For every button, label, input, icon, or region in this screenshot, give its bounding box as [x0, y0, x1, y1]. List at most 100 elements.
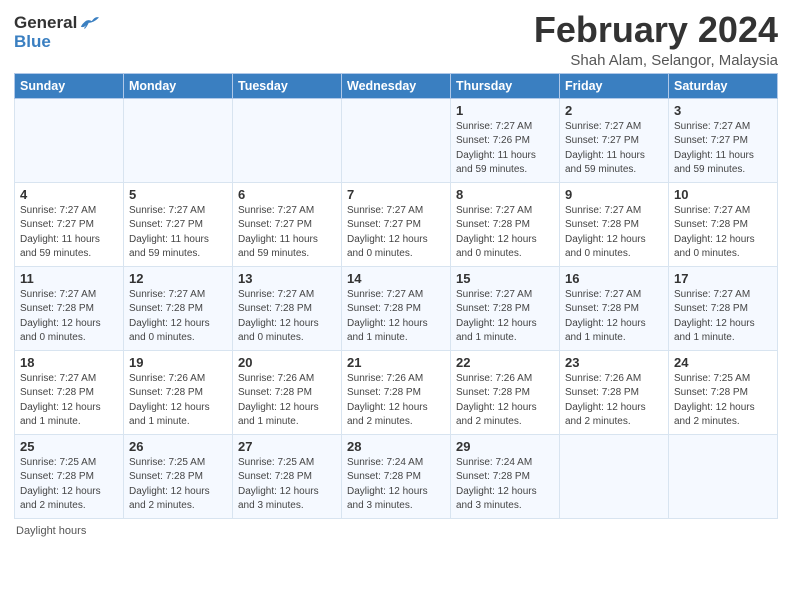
footer: Daylight hours	[14, 525, 778, 537]
calendar-cell: 25 Sunrise: 7:25 AM Sunset: 7:28 PM Dayli…	[15, 434, 124, 518]
day-info: Sunrise: 7:25 AM Sunset: 7:28 PM Dayligh…	[238, 456, 336, 514]
calendar-cell: 23Sunrise: 7:26 AM Sunset: 7:28 PM Dayli…	[560, 350, 669, 434]
day-info: Sunrise: 7:25 AM Sunset: 7:28 PM Dayligh…	[129, 456, 227, 514]
calendar-cell: 8 Sunrise: 7:27 AM Sunset: 7:28 PM Daylig…	[451, 182, 560, 266]
calendar-week-row: 25 Sunrise: 7:25 AM Sunset: 7:28 PM Dayli…	[15, 434, 778, 518]
logo: General Blue	[14, 14, 99, 51]
calendar-cell: 27 Sunrise: 7:25 AM Sunset: 7:28 PM Dayli…	[233, 434, 342, 518]
day-number: 24	[674, 355, 772, 370]
calendar-cell	[669, 434, 778, 518]
title-location: Shah Alam, Selangor, Malaysia	[534, 52, 778, 69]
calendar-cell: 22Sunrise: 7:26 AM Sunset: 7:28 PM Dayli…	[451, 350, 560, 434]
calendar-table: SundayMondayTuesdayWednesdayThursdayFrid…	[14, 73, 778, 519]
day-of-week-header: Sunday	[15, 73, 124, 98]
calendar-cell	[233, 98, 342, 182]
day-number: 18	[20, 355, 118, 370]
calendar-cell: 4 Sunrise: 7:27 AM Sunset: 7:27 PM Daylig…	[15, 182, 124, 266]
calendar-cell: 24 Sunrise: 7:25 AM Sunset: 7:28 PM Dayli…	[669, 350, 778, 434]
day-number: 9	[565, 187, 663, 202]
day-number: 4	[20, 187, 118, 202]
day-number: 11	[20, 271, 118, 286]
calendar-week-row: 4 Sunrise: 7:27 AM Sunset: 7:27 PM Daylig…	[15, 182, 778, 266]
day-info: Sunrise: 7:27 AM Sunset: 7:28 PM Dayligh…	[20, 372, 118, 430]
day-info: Sunrise: 7:24 AM Sunset: 7:28 PM Dayligh…	[456, 456, 554, 514]
calendar-cell: 18 Sunrise: 7:27 AM Sunset: 7:28 PM Dayli…	[15, 350, 124, 434]
day-of-week-header: Tuesday	[233, 73, 342, 98]
day-info: Sunrise: 7:27 AM Sunset: 7:27 PM Dayligh…	[674, 120, 772, 178]
day-number: 26	[129, 439, 227, 454]
day-number: 15	[456, 271, 554, 286]
day-number: 6	[238, 187, 336, 202]
day-info: Sunrise: 7:26 AM Sunset: 7:28 PM Dayligh…	[456, 372, 554, 430]
day-of-week-header: Saturday	[669, 73, 778, 98]
day-number: 27	[238, 439, 336, 454]
calendar-cell: 28 Sunrise: 7:24 AM Sunset: 7:28 PM Dayli…	[342, 434, 451, 518]
day-number: 2	[565, 103, 663, 118]
day-number: 23	[565, 355, 663, 370]
day-info: Sunrise: 7:27 AM Sunset: 7:27 PM Dayligh…	[20, 204, 118, 262]
title-block: February 2024 Shah Alam, Selangor, Malay…	[534, 10, 778, 69]
calendar-cell: 3 Sunrise: 7:27 AM Sunset: 7:27 PM Daylig…	[669, 98, 778, 182]
day-info: Sunrise: 7:27 AM Sunset: 7:27 PM Dayligh…	[347, 204, 445, 262]
day-number: 21	[347, 355, 445, 370]
day-number: 3	[674, 103, 772, 118]
day-of-week-header: Thursday	[451, 73, 560, 98]
day-number: 25	[20, 439, 118, 454]
calendar-week-row: 1Sunrise: 7:27 AM Sunset: 7:26 PM Daylig…	[15, 98, 778, 182]
calendar-cell: 12 Sunrise: 7:27 AM Sunset: 7:28 PM Dayli…	[124, 266, 233, 350]
logo-bird-icon	[79, 15, 99, 31]
calendar-cell: 19Sunrise: 7:26 AM Sunset: 7:28 PM Dayli…	[124, 350, 233, 434]
calendar-cell: 15 Sunrise: 7:27 AM Sunset: 7:28 PM Dayli…	[451, 266, 560, 350]
day-info: Sunrise: 7:27 AM Sunset: 7:28 PM Dayligh…	[347, 288, 445, 346]
calendar-cell: 29 Sunrise: 7:24 AM Sunset: 7:28 PM Dayli…	[451, 434, 560, 518]
day-number: 17	[674, 271, 772, 286]
day-info: Sunrise: 7:27 AM Sunset: 7:28 PM Dayligh…	[456, 288, 554, 346]
day-number: 10	[674, 187, 772, 202]
daylight-hours-label: Daylight hours	[16, 525, 86, 537]
calendar-cell: 9Sunrise: 7:27 AM Sunset: 7:28 PM Daylig…	[560, 182, 669, 266]
calendar-cell: 11 Sunrise: 7:27 AM Sunset: 7:28 PM Dayli…	[15, 266, 124, 350]
day-info: Sunrise: 7:27 AM Sunset: 7:28 PM Dayligh…	[456, 204, 554, 262]
day-number: 8	[456, 187, 554, 202]
logo-blue: Blue	[14, 33, 51, 52]
day-number: 14	[347, 271, 445, 286]
calendar-header-row: SundayMondayTuesdayWednesdayThursdayFrid…	[15, 73, 778, 98]
day-number: 29	[456, 439, 554, 454]
day-number: 28	[347, 439, 445, 454]
day-number: 13	[238, 271, 336, 286]
day-number: 20	[238, 355, 336, 370]
day-info: Sunrise: 7:27 AM Sunset: 7:27 PM Dayligh…	[565, 120, 663, 178]
calendar-cell: 17 Sunrise: 7:27 AM Sunset: 7:28 PM Dayli…	[669, 266, 778, 350]
day-number: 16	[565, 271, 663, 286]
calendar-cell: 10 Sunrise: 7:27 AM Sunset: 7:28 PM Dayli…	[669, 182, 778, 266]
day-info: Sunrise: 7:27 AM Sunset: 7:28 PM Dayligh…	[674, 288, 772, 346]
day-of-week-header: Monday	[124, 73, 233, 98]
day-info: Sunrise: 7:24 AM Sunset: 7:28 PM Dayligh…	[347, 456, 445, 514]
day-info: Sunrise: 7:25 AM Sunset: 7:28 PM Dayligh…	[20, 456, 118, 514]
day-info: Sunrise: 7:27 AM Sunset: 7:28 PM Dayligh…	[674, 204, 772, 262]
calendar-cell: 14 Sunrise: 7:27 AM Sunset: 7:28 PM Dayli…	[342, 266, 451, 350]
header: General Blue February 2024 Shah Alam, Se…	[14, 10, 778, 69]
day-number: 7	[347, 187, 445, 202]
calendar-cell	[560, 434, 669, 518]
calendar-cell	[15, 98, 124, 182]
calendar-cell: 2 Sunrise: 7:27 AM Sunset: 7:27 PM Daylig…	[560, 98, 669, 182]
day-info: Sunrise: 7:27 AM Sunset: 7:28 PM Dayligh…	[20, 288, 118, 346]
day-info: Sunrise: 7:26 AM Sunset: 7:28 PM Dayligh…	[129, 372, 227, 430]
day-info: Sunrise: 7:27 AM Sunset: 7:27 PM Dayligh…	[129, 204, 227, 262]
calendar-cell: 20 Sunrise: 7:26 AM Sunset: 7:28 PM Dayli…	[233, 350, 342, 434]
day-info: Sunrise: 7:25 AM Sunset: 7:28 PM Dayligh…	[674, 372, 772, 430]
day-info: Sunrise: 7:27 AM Sunset: 7:28 PM Dayligh…	[129, 288, 227, 346]
calendar-cell	[124, 98, 233, 182]
day-of-week-header: Wednesday	[342, 73, 451, 98]
logo-general: General	[14, 14, 77, 33]
day-number: 12	[129, 271, 227, 286]
day-info: Sunrise: 7:27 AM Sunset: 7:28 PM Dayligh…	[238, 288, 336, 346]
day-info: Sunrise: 7:26 AM Sunset: 7:28 PM Dayligh…	[347, 372, 445, 430]
day-info: Sunrise: 7:26 AM Sunset: 7:28 PM Dayligh…	[238, 372, 336, 430]
calendar-cell: 5Sunrise: 7:27 AM Sunset: 7:27 PM Daylig…	[124, 182, 233, 266]
day-info: Sunrise: 7:27 AM Sunset: 7:28 PM Dayligh…	[565, 288, 663, 346]
calendar-cell: 6Sunrise: 7:27 AM Sunset: 7:27 PM Daylig…	[233, 182, 342, 266]
day-number: 1	[456, 103, 554, 118]
calendar-cell: 26 Sunrise: 7:25 AM Sunset: 7:28 PM Dayli…	[124, 434, 233, 518]
